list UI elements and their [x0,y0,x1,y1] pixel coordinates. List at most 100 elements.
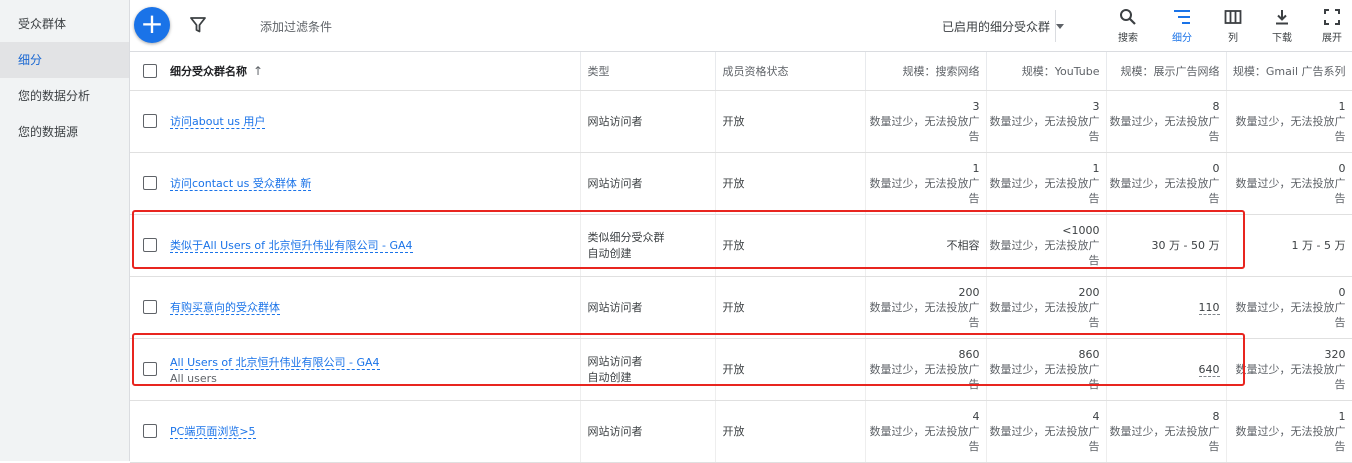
segment-name-link[interactable]: 访问about us 用户 [170,115,266,129]
size-search-value: 860 [866,347,980,362]
segment-type: 网站访问者 [587,115,643,128]
size-youtube-note: 数量过少，无法投放广告 [989,176,1100,205]
sidebar-item-your-data-sources[interactable]: 您的数据源 [0,114,129,150]
size-search-value: 不相容 [866,238,980,253]
segment-name-link[interactable]: 有购买意向的受众群体 [170,301,280,315]
size-display-value: 110 [1107,300,1220,315]
size-gmail-number: 1 [1338,409,1346,423]
size-display-number: 30 万 - 50 万 [1151,238,1220,252]
membership-status-cell: 开放 [715,152,866,215]
table-row[interactable]: 访问about us 用户 网站访问者 开放 3 数量过少，无法投放广告 3 数量过少，无法… [130,90,1352,153]
download-button[interactable]: 下载 [1260,6,1304,46]
size-gmail-note: 数量过少，无法投放广告 [1235,114,1346,143]
segment-type-cell: 类似细分受众群 自动创建 [580,214,716,277]
size-display-number: 640 [1198,362,1220,377]
header-size-search[interactable]: 规模：搜索网络 [865,52,987,91]
toolbar-divider [1055,10,1056,42]
size-display-number: 8 [1212,409,1220,423]
size-display-note: 数量过少，无法投放广告 [1109,114,1220,143]
sort-ascending-icon: ↑ [253,63,264,78]
segment-status-dropdown-label: 已启用的细分受众群 [942,20,1051,34]
size-youtube-value: 200 [987,285,1100,300]
row-checkbox[interactable] [143,176,157,190]
size-gmail-value: 1 [1227,99,1346,114]
segment-type-cell: 网站访问者 [580,400,716,463]
header-size-youtube[interactable]: 规模：YouTube [986,52,1107,91]
sidebar-item-segments[interactable]: 细分 [0,42,129,78]
header-size-display[interactable]: 规模：展示广告网络 [1106,52,1227,91]
size-youtube-value: 860 [987,347,1100,362]
row-checkbox[interactable] [143,114,157,128]
table-row[interactable]: 访问contact us 受众群体 新网站访问者 开放 1 数量过少，无法投放广告 1 数… [130,152,1352,215]
segment-name-cell: 访问contact us 受众群体 新 [170,152,581,215]
table-row[interactable]: 有购买意向的受众群体 网站访问者 开放 200 数量过少，无法投放广告 200 数量过少，无… [130,276,1352,339]
size-gmail-cell: 0 数量过少，无法投放广告 [1226,276,1352,339]
size-youtube-number: 200 [1078,285,1100,299]
sidebar-nav: 受众群体 细分 您的数据分析 您的数据源 [0,0,130,461]
size-youtube-value: <1000 [987,223,1099,238]
row-checkbox[interactable] [143,424,157,438]
size-youtube-cell: 4 数量过少，无法投放广告 [986,400,1107,463]
size-display-value: 8 [1107,409,1220,424]
size-display-number: 8 [1212,99,1220,113]
segment-name-cell: PC端页面浏览>5 [170,400,581,463]
size-gmail-cell: 1 数量过少，无法投放广告 [1226,90,1352,153]
columns-button[interactable]: 列 [1211,6,1255,46]
table-row[interactable]: All Users of 北京恒升伟业有限公司 - GA4 All users 网站… [130,338,1352,401]
size-display-number: 110 [1198,300,1220,315]
size-gmail-number: 1 万 - 5 万 [1291,238,1346,252]
size-display-value: 30 万 - 50 万 [1107,238,1220,253]
size-youtube-note: 数量过少，无法投放广告 [989,238,1100,267]
size-youtube-note: 数量过少，无法投放广告 [989,362,1100,391]
size-youtube-note: 数量过少，无法投放广告 [989,424,1100,453]
size-youtube-value: 3 [987,99,1100,114]
add-filter-input[interactable]: 添加过滤条件 [260,18,332,35]
header-size-gmail[interactable]: 规模：Gmail 广告系列 [1226,52,1352,91]
row-checkbox[interactable] [143,238,157,252]
segment-icon [1174,10,1190,24]
add-segment-button[interactable]: + [134,7,170,43]
segment-name-cell: 类似于All Users of 北京恒升伟业有限公司 - GA4 [170,214,581,277]
size-search-value: 4 [866,409,980,424]
row-checkbox[interactable] [143,300,157,314]
size-display-value: 8 [1107,99,1220,114]
search-button[interactable]: 搜索 [1106,6,1150,46]
table-row[interactable]: 类似于All Users of 北京恒升伟业有限公司 - GA4 类似细分受众群自… [130,214,1352,277]
size-search-number: 860 [958,347,980,361]
size-search-note: 数量过少，无法投放广告 [869,300,980,329]
segment-name-link[interactable]: 访问contact us 受众群体 新 [170,177,312,191]
size-gmail-number: 320 [1324,347,1346,361]
header-segment-name[interactable]: 细分受众群名称 ↑ [170,52,581,91]
table-header-row: 细分受众群名称 ↑ 类型 成员资格状态 规模：搜索网络 规模：YouTube 规模… [130,52,1352,91]
select-all-checkbox[interactable] [143,63,157,78]
segment-name-link[interactable]: All Users of 北京恒升伟业有限公司 - GA4 [170,355,380,370]
size-youtube-note: 数量过少，无法投放广告 [989,300,1100,329]
size-gmail-value: 0 [1227,161,1346,176]
segment-name-link[interactable]: 类似于All Users of 北京恒升伟业有限公司 - GA4 [170,239,413,253]
size-gmail-cell: 320 数量过少，无法投放广告 [1226,338,1352,401]
row-checkbox[interactable] [143,362,157,376]
membership-status-cell: 开放 [715,214,866,277]
header-membership-status[interactable]: 成员资格状态 [715,52,866,91]
size-display-number: 0 [1212,161,1220,175]
size-youtube-number: 3 [1092,99,1100,113]
table-row[interactable]: PC端页面浏览>5 网站访问者 开放 4 数量过少，无法投放广告 4 数量过少，无法投放广告… [130,400,1352,463]
size-search-number: 3 [972,99,980,113]
expand-button[interactable]: 展开 [1310,6,1352,46]
segment-status-dropdown[interactable]: 已启用的细分受众群 [942,18,1065,35]
size-gmail-note: 数量过少，无法投放广告 [1235,176,1346,205]
sidebar-item-your-data-insights[interactable]: 您的数据分析 [0,78,129,114]
size-gmail-cell: 1 数量过少，无法投放广告 [1226,400,1352,463]
size-gmail-note: 数量过少，无法投放广告 [1235,362,1346,391]
filter-icon[interactable] [190,17,206,33]
segment-button[interactable]: 细分 [1160,6,1204,46]
size-youtube-cell: <1000 数量过少，无法投放广告 [986,214,1107,277]
segment-name-link[interactable]: PC端页面浏览>5 [170,425,256,439]
header-type[interactable]: 类型 [580,52,716,91]
segment-type-cell: 网站访问者 [580,90,716,153]
size-display-cell: 640 [1106,338,1227,401]
header-select-all-cell [130,52,170,91]
download-button-label: 下载 [1272,33,1292,44]
sidebar-item-audiences[interactable]: 受众群体 [0,6,129,42]
size-youtube-value: 1 [987,161,1100,176]
